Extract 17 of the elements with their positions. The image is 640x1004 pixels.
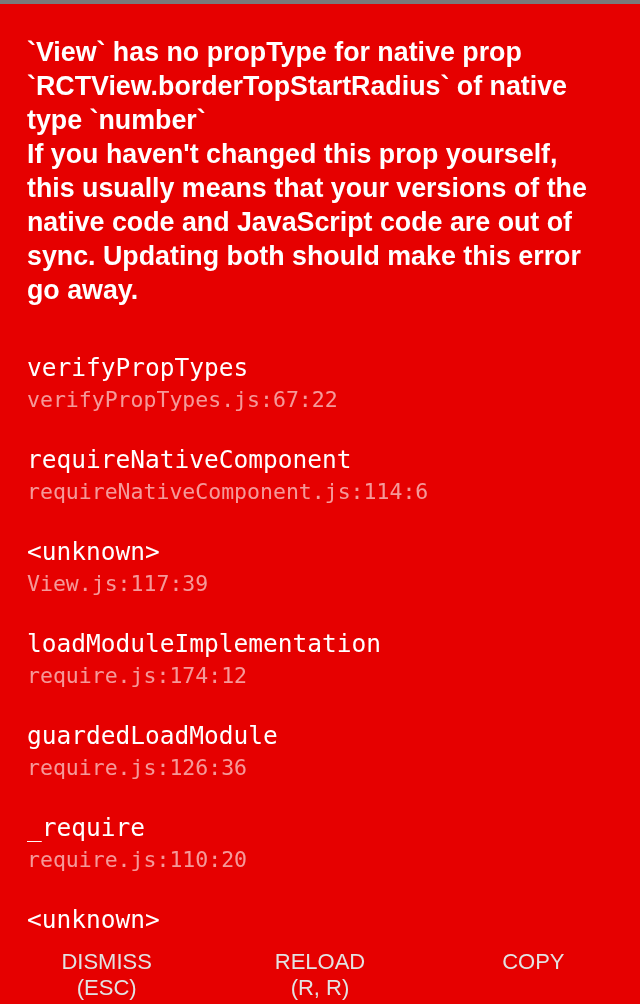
stack-frame-method: <unknown> [27,536,160,568]
stack-frame-location: require.js:110:20 [27,846,248,874]
stack-frame-method: guardedLoadModule [27,720,278,752]
action-button[interactable]: RELOAD (R, R) [266,949,374,1001]
action-button[interactable]: COPY [494,949,573,975]
stack-frame-location: require.js:174:12 [27,662,248,690]
stack-frame-location: require.js:126:36 [27,754,248,782]
stack-frame-method: requireNativeComponent [27,444,352,476]
action-button[interactable]: DISMISS (ESC) [53,949,160,1001]
stack-frame-location: verifyPropTypes.js:67:22 [27,386,338,414]
error-message: `View` has no propType for native prop `RCTView.borderTopStartRadius` of native type `number` If you haven't changed this prop yourself, this usually means that your versions of the native code and JavaScript code are out of sync. Updating both should make this error go away. [27,36,588,307]
stack-frame-method: loadModuleImplementation [27,628,381,660]
stack-frame-location: View.js:117:39 [27,570,209,598]
stack-frame-method: <unknown> [27,904,160,936]
stack-frame-method: verifyPropTypes [27,352,249,384]
stack-frame-location: requireNativeComponent.js:114:6 [27,478,429,506]
stack-frame-method: _require [27,812,145,844]
